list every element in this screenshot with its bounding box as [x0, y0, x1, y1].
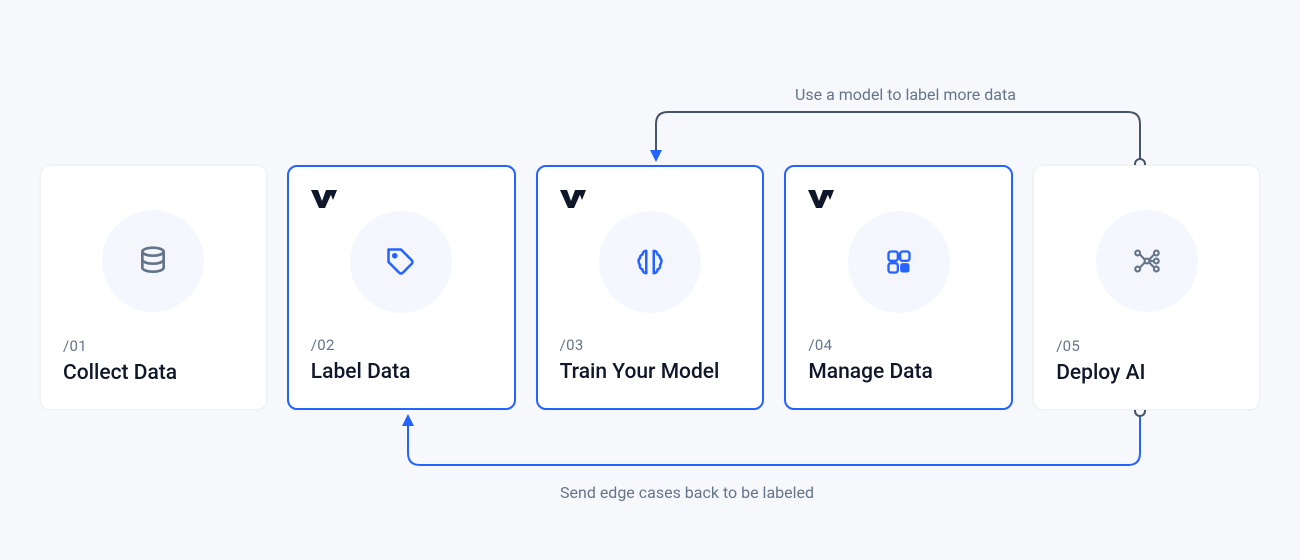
annotation-top: Use a model to label more data [795, 85, 1016, 104]
tag-icon [364, 225, 438, 299]
step-title: Manage Data [808, 360, 989, 384]
step-number: /01 [63, 337, 244, 355]
brand-logo [808, 189, 989, 209]
step-title: Label Data [311, 360, 492, 384]
step-card-train-model: /03 Train Your Model [536, 165, 765, 410]
database-icon [116, 224, 190, 298]
step-card-label-data: /02 Label Data [287, 165, 516, 410]
brand-slot [1056, 188, 1237, 208]
brand-logo [560, 189, 741, 209]
annotation-bottom: Send edge cases back to be labeled [560, 483, 814, 502]
step-number: /02 [311, 336, 492, 354]
brand-logo [311, 189, 492, 209]
step-card-deploy-ai: /05 Deploy AI [1033, 165, 1260, 410]
step-card-collect-data: /01 Collect Data [40, 165, 267, 410]
step-number: /04 [808, 336, 989, 354]
step-title: Train Your Model [560, 360, 741, 384]
network-nodes-icon [1110, 224, 1184, 298]
step-title: Collect Data [63, 361, 244, 385]
grid-icon [862, 225, 936, 299]
step-number: /03 [560, 336, 741, 354]
step-title: Deploy AI [1056, 361, 1237, 385]
brand-slot [63, 188, 244, 208]
step-card-manage-data: /04 Manage Data [784, 165, 1013, 410]
step-number: /05 [1056, 337, 1237, 355]
brain-icon [613, 225, 687, 299]
workflow-steps: /01 Collect Data /02 Label Data [40, 165, 1260, 410]
